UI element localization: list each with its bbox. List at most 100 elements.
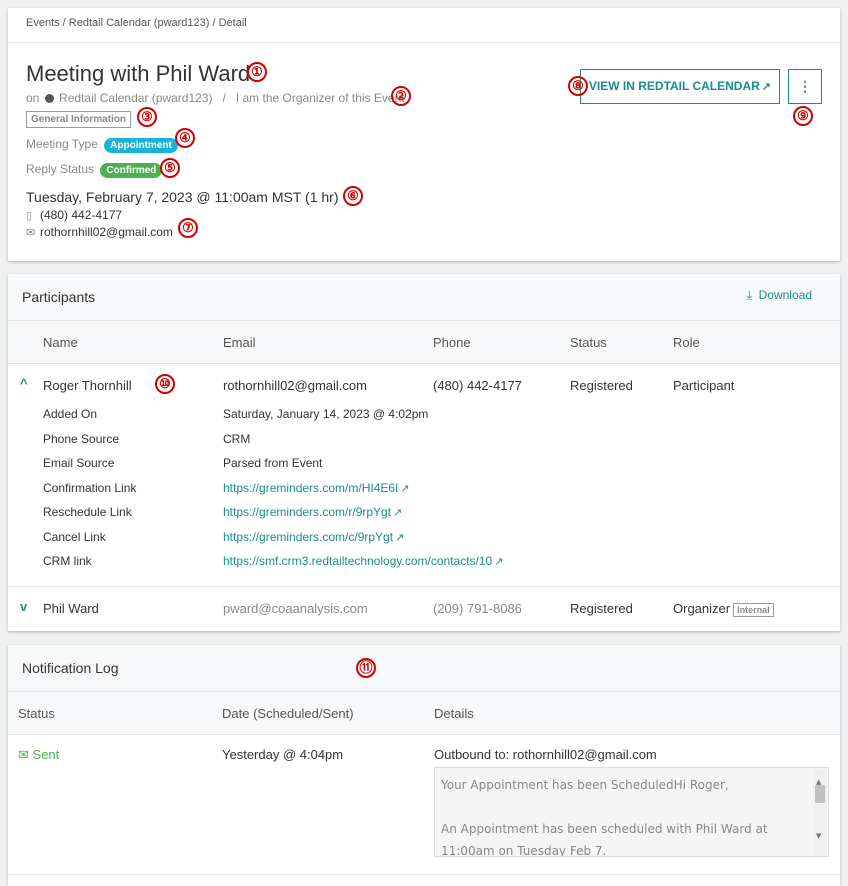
- event-subtitle: on Redtail Calendar (pward123) / I am th…: [26, 91, 405, 105]
- email-value: rothornhill02@gmail.com: [40, 225, 173, 239]
- view-button-label: VIEW IN REDTAIL CALENDAR: [588, 79, 760, 93]
- event-header-card: Events / Redtail Calendar (pward123) / D…: [8, 8, 840, 261]
- external-link-icon: ↗: [393, 507, 403, 519]
- detail-row: Email Source Parsed from Event: [8, 456, 840, 481]
- confirmation-link[interactable]: https://greminders.com/m/HI4E6I: [223, 481, 398, 495]
- download-icon: ⤓: [746, 288, 752, 302]
- detail-value: Parsed from Event: [223, 456, 323, 470]
- annotation-marker-1: ①: [247, 62, 267, 82]
- notification-log-header: Notification Log ⑪: [8, 645, 840, 692]
- participant-name: Phil Ward: [43, 601, 99, 616]
- annotation-marker-9: ⑨: [793, 106, 813, 126]
- breadcrumb[interactable]: Events / Redtail Calendar (pward123) / D…: [8, 8, 840, 43]
- column-header-status[interactable]: Status: [18, 706, 55, 721]
- column-header-role[interactable]: Role: [673, 335, 700, 350]
- participants-table-header: Name Email Phone Status Role: [8, 321, 840, 364]
- participant-email: pward@coaanalysis.com: [223, 601, 368, 616]
- envelope-icon: ✉: [18, 747, 29, 762]
- annotation-marker-11: ⑪: [356, 658, 376, 678]
- role-value: Organizer: [673, 601, 731, 616]
- reply-status-label: Reply Status: [26, 162, 95, 176]
- participant-row[interactable]: v Phil Ward pward@coaanalysis.com (209) …: [8, 587, 840, 630]
- detail-row: CRM link https://smf.crm3.redtailtechnolo…: [8, 554, 840, 579]
- reply-status-row: Reply Status Confirmed: [26, 162, 163, 178]
- crm-link[interactable]: https://smf.crm3.redtailtechnology.com/c…: [223, 554, 492, 568]
- contact-phone: ▯ (480) 442-4177: [26, 208, 122, 222]
- participant-role: Participant: [673, 378, 735, 393]
- participants-card: Participants ⤓ Download Name Email Phone…: [8, 274, 840, 631]
- notification-log-title: Notification Log: [22, 660, 119, 676]
- reply-status-badge: Confirmed: [100, 163, 163, 178]
- organizer-note: I am the Organizer of this Event: [235, 91, 405, 105]
- message-body-textarea[interactable]: Your Appointment has been ScheduledHi Ro…: [434, 767, 829, 857]
- detail-label: Cancel Link: [43, 529, 106, 544]
- notification-log-card: Notification Log ⑪ Status Date (Schedule…: [8, 645, 840, 886]
- external-link-icon: ↗: [395, 531, 405, 544]
- scrollbar-thumb[interactable]: [815, 785, 825, 803]
- participant-status: Registered: [570, 378, 633, 393]
- participant-details: Added On Saturday, January 14, 2023 @ 4:0…: [8, 407, 840, 587]
- page-title: Meeting with Phil Ward: [26, 61, 251, 86]
- phone-value: (480) 442-4177: [40, 208, 123, 222]
- column-header-name[interactable]: Name: [43, 335, 78, 350]
- internal-badge: Internal: [733, 603, 774, 617]
- detail-row: Phone Source CRM: [8, 432, 840, 457]
- detail-label: Added On: [43, 407, 98, 421]
- contact-email: ✉ rothornhill02@gmail.com: [26, 225, 173, 239]
- column-header-date[interactable]: Date (Scheduled/Sent): [222, 706, 354, 721]
- calendar-prefix: on: [26, 91, 40, 105]
- annotation-marker-4: ④: [175, 128, 195, 148]
- scroll-down-arrow-icon[interactable]: ▼: [816, 825, 821, 847]
- detail-row: Confirmation Link https://greminders.com/…: [8, 481, 840, 506]
- status-value: Sent: [32, 747, 60, 762]
- cancel-link[interactable]: https://greminders.com/c/9rpYgt: [223, 530, 393, 544]
- column-header-status[interactable]: Status: [570, 335, 607, 350]
- meeting-type-row: Meeting Type Appointment: [26, 137, 178, 153]
- detail-label: Confirmation Link: [43, 480, 137, 495]
- chevron-up-icon[interactable]: ^: [20, 376, 28, 391]
- participant-phone: (480) 442-4177: [433, 378, 522, 393]
- subtitle-separator: /: [222, 91, 226, 105]
- message-body-text: Your Appointment has been ScheduledHi Ro…: [441, 778, 768, 857]
- download-button[interactable]: ⤓ Download: [747, 288, 812, 303]
- participant-role: Organizer Internal: [673, 601, 774, 617]
- reschedule-link[interactable]: https://greminders.com/r/9rpYgt: [223, 505, 391, 519]
- annotation-marker-5: ⑤: [160, 158, 180, 178]
- annotation-marker-10: ⑩: [155, 374, 175, 394]
- detail-value: CRM: [223, 431, 251, 446]
- event-datetime: Tuesday, February 7, 2023 @ 11:00am MST …: [26, 189, 339, 205]
- participant-email: rothornhill02@gmail.com: [223, 378, 367, 393]
- calendar-color-dot-icon: [44, 94, 54, 103]
- participant-name: Roger Thornhill: [43, 378, 132, 393]
- detail-label: Reschedule Link: [43, 505, 132, 519]
- column-header-email[interactable]: Email: [223, 335, 256, 350]
- participants-title: Participants: [22, 289, 96, 305]
- external-link-icon: ↗: [400, 482, 410, 495]
- detail-label: Email Source: [43, 456, 115, 470]
- more-options-button[interactable]: ⋮: [788, 69, 822, 104]
- message-scrollbar[interactable]: ▲ ▼: [813, 769, 827, 856]
- meeting-type-badge: Appointment: [104, 138, 178, 153]
- envelope-icon: ✉: [26, 227, 36, 239]
- mobile-phone-icon: ▯: [26, 210, 33, 222]
- download-label: Download: [758, 288, 812, 302]
- meeting-type-label: Meeting Type: [26, 137, 98, 151]
- annotation-marker-7: ⑦: [178, 218, 198, 238]
- participants-header: Participants ⤓ Download: [8, 274, 840, 321]
- external-link-icon: ↗: [761, 81, 771, 93]
- participant-phone: (209) 791-8086: [433, 601, 522, 616]
- notification-table-header: Status Date (Scheduled/Sent) Details: [8, 692, 840, 735]
- detail-row: Cancel Link https://greminders.com/c/9rpY…: [8, 530, 840, 555]
- chevron-down-icon[interactable]: v: [20, 599, 27, 614]
- column-header-phone[interactable]: Phone: [433, 335, 471, 350]
- view-in-redtail-calendar-button[interactable]: VIEW IN REDTAIL CALENDAR ↗: [579, 69, 780, 104]
- external-link-icon: ↗: [494, 556, 504, 568]
- participant-row[interactable]: ^ Roger Thornhill rothornhill02@gmail.co…: [8, 364, 840, 407]
- detail-label: Phone Source: [43, 431, 120, 446]
- annotation-marker-8: ⑧: [568, 76, 588, 96]
- detail-row: Reschedule Link https://greminders.com/r/…: [8, 505, 840, 530]
- detail-label: CRM link: [43, 554, 92, 568]
- general-information-tag: General Information: [26, 111, 132, 128]
- column-header-details[interactable]: Details: [434, 706, 474, 721]
- notification-outbound: Outbound to: rothornhill02@gmail.com: [434, 747, 657, 762]
